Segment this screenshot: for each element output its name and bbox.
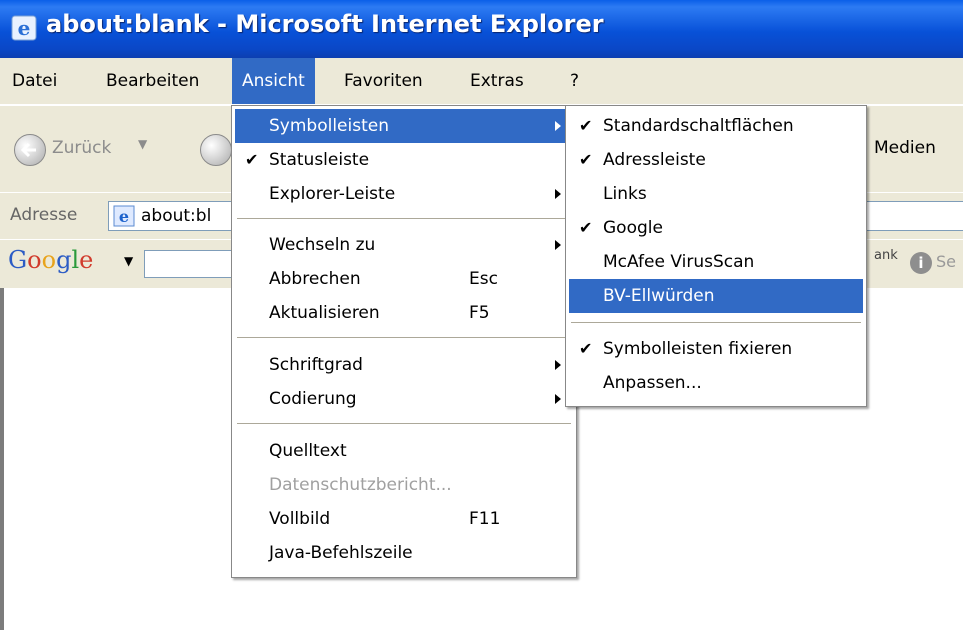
menu-item-quelltext[interactable]: Quelltext	[235, 434, 573, 468]
menu-item-label: Aktualisieren	[269, 303, 380, 323]
shortcut-label: F11	[469, 509, 501, 529]
submenu-item-symbolleisten-fixieren[interactable]: ✔ Symbolleisten fixieren	[569, 332, 863, 366]
menu-item-explorer-leiste[interactable]: Explorer-Leiste	[235, 177, 573, 211]
menu-item-label: Links	[603, 184, 647, 204]
check-icon: ✔	[579, 116, 593, 135]
info-icon[interactable]: i	[910, 252, 932, 274]
menu-item-label: Abbrechen	[269, 269, 361, 289]
menu-item-label: Wechseln zu	[269, 235, 376, 255]
menu-item-label: Symbolleisten fixieren	[603, 339, 793, 359]
menu-separator	[237, 337, 571, 338]
svg-text:e: e	[18, 16, 31, 40]
google-logo[interactable]: Google	[8, 246, 93, 274]
menu-ansicht[interactable]: Ansicht	[232, 58, 315, 104]
submenu-item-anpassen[interactable]: Anpassen...	[569, 366, 863, 400]
check-icon: ✔	[245, 150, 259, 169]
menu-item-symbolleisten[interactable]: Symbolleisten	[235, 109, 573, 143]
view-menu: Symbolleisten ✔ Statusleiste Explorer-Le…	[231, 105, 577, 578]
back-button[interactable]: Zurück ▼	[8, 128, 158, 168]
menu-item-label: McAfee VirusScan	[603, 252, 755, 272]
menu-item-label: Datenschutzbericht...	[269, 475, 452, 495]
page-icon: e	[113, 205, 135, 227]
menu-extras[interactable]: Extras	[460, 58, 534, 104]
address-value: about:bl	[141, 206, 212, 226]
submenu-item-google[interactable]: ✔ Google	[569, 211, 863, 245]
menu-item-statusleiste[interactable]: ✔ Statusleiste	[235, 143, 573, 177]
menu-item-label: Quelltext	[269, 441, 347, 461]
back-dropdown-icon[interactable]: ▼	[138, 137, 147, 151]
menu-item-vollbild[interactable]: Vollbild F11	[235, 502, 573, 536]
menu-separator	[237, 218, 571, 219]
shortcut-label: F5	[469, 303, 490, 323]
menu-item-datenschutzbericht: Datenschutzbericht...	[235, 468, 573, 502]
menu-item-label: Adressleiste	[603, 150, 706, 170]
window-title: about:blank - Microsoft Internet Explore…	[46, 10, 604, 38]
menu-item-label: BV-Ellwürden	[603, 286, 715, 306]
back-arrow-icon	[20, 142, 36, 158]
ie-icon: e	[11, 15, 37, 41]
check-icon: ✔	[579, 218, 593, 237]
check-icon: ✔	[579, 339, 593, 358]
menu-item-java-befehlszeile[interactable]: Java-Befehlszeile	[235, 536, 573, 570]
submenu-item-bv-ellwuerden[interactable]: BV-Ellwürden	[569, 279, 863, 313]
menu-item-label: Google	[603, 218, 663, 238]
submenu-item-adressleiste[interactable]: ✔ Adressleiste	[569, 143, 863, 177]
submenu-item-mcafee-virusscan[interactable]: McAfee VirusScan	[569, 245, 863, 279]
menu-bearbeiten[interactable]: Bearbeiten	[96, 58, 209, 104]
menu-item-label: Standardschaltflächen	[603, 116, 794, 136]
back-label: Zurück	[52, 138, 112, 158]
menu-item-label: Anpassen...	[603, 373, 702, 393]
svg-text:e: e	[119, 207, 129, 226]
check-icon: ✔	[579, 150, 593, 169]
menu-item-wechseln-zu[interactable]: Wechseln zu	[235, 228, 573, 262]
menu-item-label: Schriftgrad	[269, 355, 363, 375]
menu-item-label: Explorer-Leiste	[269, 184, 396, 204]
address-label: Adresse	[10, 205, 78, 225]
submenu-item-standardschaltflaechen[interactable]: ✔ Standardschaltflächen	[569, 109, 863, 143]
menu-favoriten[interactable]: Favoriten	[334, 58, 433, 104]
menu-help[interactable]: ?	[560, 58, 589, 104]
forward-icon[interactable]	[200, 134, 232, 166]
menu-separator	[237, 423, 571, 424]
menu-item-schriftgrad[interactable]: Schriftgrad	[235, 348, 573, 382]
menu-datei[interactable]: Datei	[2, 58, 67, 104]
submenu-arrow-icon	[555, 240, 561, 250]
submenu-arrow-icon	[555, 360, 561, 370]
menu-separator	[571, 322, 861, 323]
submenu-arrow-icon	[555, 394, 561, 404]
title-bar[interactable]: e about:blank - Microsoft Internet Explo…	[0, 0, 963, 58]
google-search-input[interactable]	[144, 250, 244, 278]
menu-item-label: Java-Befehlszeile	[269, 543, 413, 563]
menu-item-codierung[interactable]: Codierung	[235, 382, 573, 416]
toolbars-submenu: ✔ Standardschaltflächen ✔ Adressleiste L…	[565, 105, 867, 407]
submenu-arrow-icon	[555, 121, 561, 131]
menu-item-label: Symbolleisten	[269, 116, 389, 136]
media-button[interactable]: Medien	[874, 138, 936, 158]
menu-item-label: Statusleiste	[269, 150, 370, 170]
google-search-label[interactable]: Se	[936, 252, 956, 271]
menu-item-aktualisieren[interactable]: Aktualisieren F5	[235, 296, 573, 330]
submenu-item-links[interactable]: Links	[569, 177, 863, 211]
shortcut-label: Esc	[469, 269, 498, 289]
menu-item-abbrechen[interactable]: Abbrechen Esc	[235, 262, 573, 296]
google-pagerank-label[interactable]: ank	[874, 248, 898, 263]
submenu-arrow-icon	[555, 189, 561, 199]
menu-item-label: Vollbild	[269, 509, 331, 529]
menu-bar: Datei Bearbeiten Ansicht Favoriten Extra…	[0, 58, 963, 105]
google-dropdown-icon[interactable]: ▼	[124, 254, 133, 268]
menu-item-label: Codierung	[269, 389, 357, 409]
